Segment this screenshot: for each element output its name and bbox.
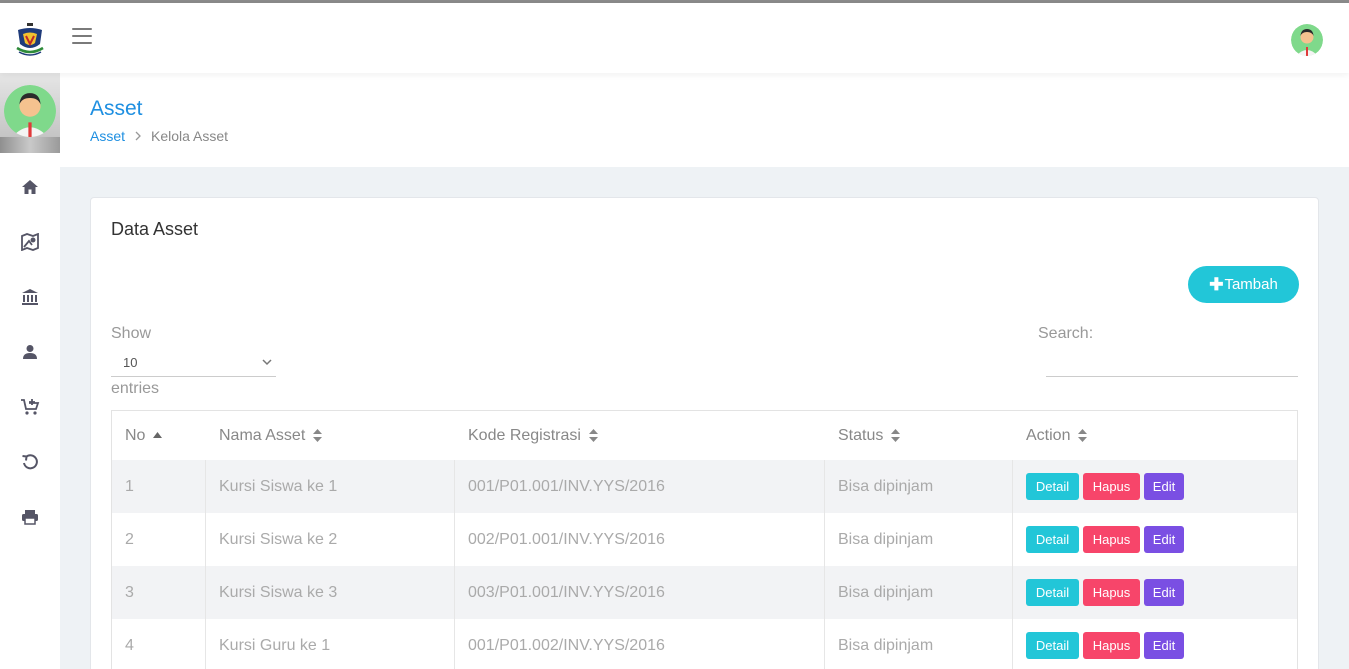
cell-no: 3	[112, 566, 206, 619]
cell-status: Bisa dipinjam	[825, 619, 1013, 669]
sort-icon	[891, 429, 901, 442]
table-row: 2 Kursi Siswa ke 2 002/P01.001/INV.YYS/2…	[112, 513, 1297, 566]
detail-button[interactable]: Detail	[1026, 526, 1079, 553]
cell-action: Detail Hapus Edit	[1013, 566, 1297, 619]
asset-table: No Nama Asset Kode Registrasi Status Act…	[111, 410, 1298, 669]
entries-select-value: 10	[123, 355, 138, 370]
chevron-down-icon	[261, 356, 273, 371]
edit-button[interactable]: Edit	[1144, 632, 1184, 659]
cell-kode-registrasi: 001/P01.002/INV.YYS/2016	[455, 619, 825, 669]
entries-select[interactable]: 10	[111, 349, 276, 377]
delete-button[interactable]: Hapus	[1083, 632, 1140, 659]
cell-no: 2	[112, 513, 206, 566]
search-label: Search:	[1038, 325, 1094, 342]
delete-button[interactable]: Hapus	[1083, 579, 1140, 606]
page-header: Asset Asset Kelola Asset	[60, 73, 1349, 167]
edit-button[interactable]: Edit	[1144, 526, 1184, 553]
cell-kode-registrasi: 001/P01.001/INV.YYS/2016	[455, 460, 825, 513]
cell-status: Bisa dipinjam	[825, 460, 1013, 513]
cell-kode-registrasi: 002/P01.001/INV.YYS/2016	[455, 513, 825, 566]
sort-icon	[313, 429, 323, 442]
show-label: Show	[111, 325, 152, 342]
search-input[interactable]	[1046, 348, 1298, 377]
sidebar-avatar[interactable]	[4, 85, 56, 137]
cell-kode-registrasi: 003/P01.001/INV.YYS/2016	[455, 566, 825, 619]
cell-action: Detail Hapus Edit	[1013, 619, 1297, 669]
entries-label: entries	[111, 380, 160, 397]
column-header-status[interactable]: Status	[825, 411, 1013, 460]
breadcrumb-separator-icon	[134, 129, 142, 144]
sidebar-profile	[0, 73, 60, 153]
delete-button[interactable]: Hapus	[1083, 526, 1140, 553]
cell-status: Bisa dipinjam	[825, 513, 1013, 566]
table-row: 1 Kursi Siswa ke 1 001/P01.001/INV.YYS/2…	[112, 460, 1297, 513]
data-asset-card: Data Asset ✚ Tambah Show 10 entries Sear…	[90, 197, 1319, 669]
cell-nama-asset: Kursi Siswa ke 3	[206, 566, 455, 619]
menu-toggle-icon[interactable]	[72, 28, 92, 44]
cell-nama-asset: Kursi Siswa ke 1	[206, 460, 455, 513]
card-title: Data Asset	[111, 219, 199, 239]
print-icon[interactable]	[20, 507, 40, 527]
add-asset-button[interactable]: ✚ Tambah	[1188, 266, 1299, 303]
sort-asc-icon	[153, 432, 163, 439]
sort-icon	[1078, 429, 1088, 442]
breadcrumb-current: Kelola Asset	[151, 128, 229, 144]
column-header-action[interactable]: Action	[1013, 411, 1297, 460]
cell-nama-asset: Kursi Siswa ke 2	[206, 513, 455, 566]
edit-button[interactable]: Edit	[1144, 473, 1184, 500]
user-icon[interactable]	[20, 342, 40, 362]
bank-icon[interactable]	[20, 287, 40, 307]
column-header-no[interactable]: No	[112, 411, 206, 460]
plus-icon: ✚	[1209, 274, 1224, 294]
delete-button[interactable]: Hapus	[1083, 473, 1140, 500]
breadcrumb-asset-link[interactable]: Asset	[90, 128, 125, 144]
cell-nama-asset: Kursi Guru ke 1	[206, 619, 455, 669]
table-row: 3 Kursi Siswa ke 3 003/P01.001/INV.YYS/2…	[112, 566, 1297, 619]
school-logo[interactable]	[14, 22, 46, 58]
table-row: 4 Kursi Guru ke 1 001/P01.002/INV.YYS/20…	[112, 619, 1297, 669]
edit-button[interactable]: Edit	[1144, 579, 1184, 606]
home-icon[interactable]	[20, 177, 40, 197]
column-header-kode-registrasi[interactable]: Kode Registrasi	[455, 411, 825, 460]
cell-no: 4	[112, 619, 206, 669]
history-icon[interactable]	[20, 452, 40, 472]
user-avatar[interactable]	[1291, 24, 1323, 56]
detail-button[interactable]: Detail	[1026, 473, 1079, 500]
cell-action: Detail Hapus Edit	[1013, 513, 1297, 566]
column-header-nama-asset[interactable]: Nama Asset	[206, 411, 455, 460]
detail-button[interactable]: Detail	[1026, 579, 1079, 606]
table-header-row: No Nama Asset Kode Registrasi Status Act…	[112, 411, 1297, 460]
page-title: Asset	[90, 97, 143, 120]
cell-action: Detail Hapus Edit	[1013, 460, 1297, 513]
cell-no: 1	[112, 460, 206, 513]
detail-button[interactable]: Detail	[1026, 632, 1079, 659]
add-asset-label: Tambah	[1224, 276, 1278, 293]
map-icon[interactable]	[20, 232, 40, 252]
sidebar	[0, 73, 60, 669]
cell-status: Bisa dipinjam	[825, 566, 1013, 619]
top-navbar	[0, 3, 1349, 73]
cart-icon[interactable]	[20, 397, 40, 417]
breadcrumb: Asset Kelola Asset	[90, 128, 228, 144]
sort-icon	[588, 429, 598, 442]
